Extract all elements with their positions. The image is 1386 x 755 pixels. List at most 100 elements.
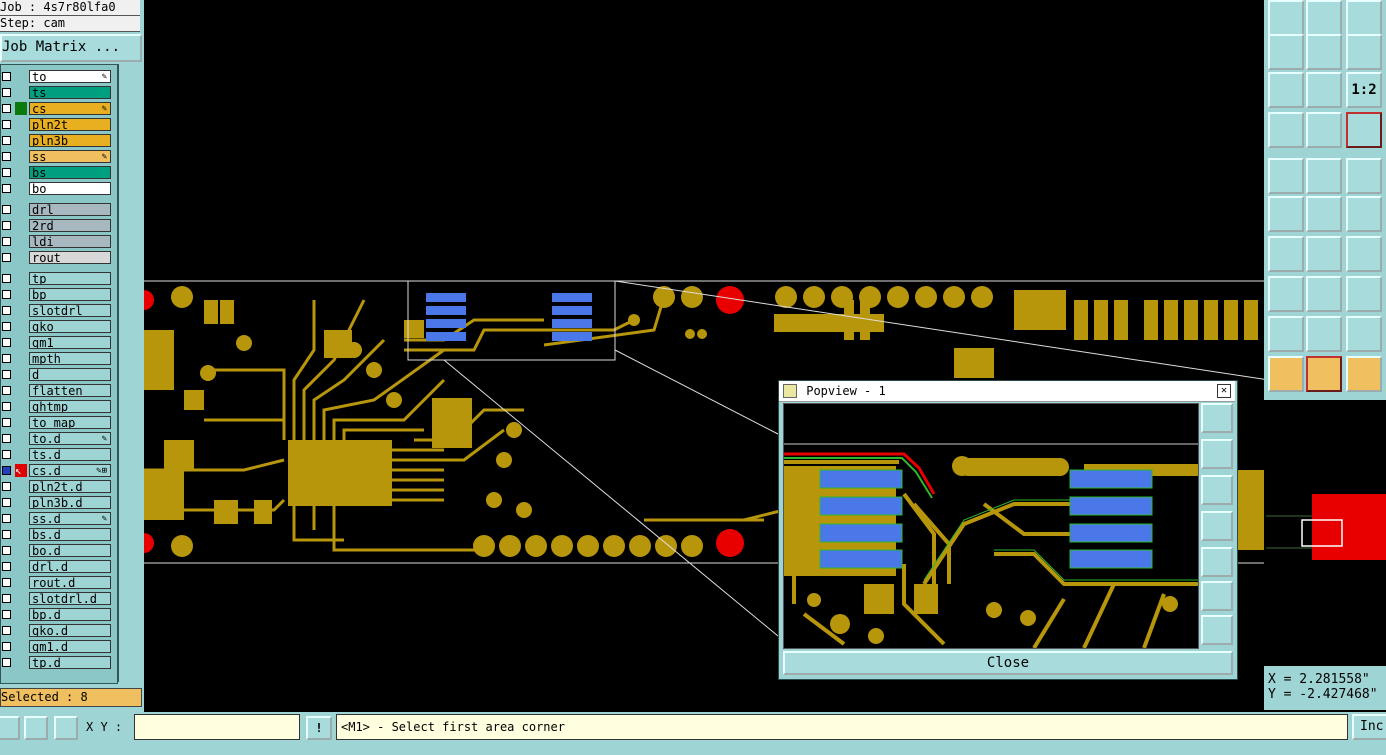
layer-checkbox[interactable] xyxy=(2,642,11,651)
layer-name[interactable]: rout.d xyxy=(29,576,111,589)
layer-checkbox[interactable] xyxy=(2,168,11,177)
pan-right-icon[interactable] xyxy=(1306,34,1342,70)
layer-name[interactable]: pln2t.d xyxy=(29,480,111,493)
layer-row[interactable]: bo xyxy=(1,181,117,196)
layer-checkbox[interactable] xyxy=(2,514,11,523)
layer-row[interactable]: mpth xyxy=(1,351,117,366)
layer-row[interactable]: slotdrl.d xyxy=(1,591,117,606)
layer-row[interactable]: tp.d xyxy=(1,655,117,670)
layer-row[interactable]: to_map xyxy=(1,415,117,430)
layer-row[interactable]: cs ✎ xyxy=(1,101,117,116)
layer-row[interactable]: bo.d xyxy=(1,543,117,558)
layer-name[interactable]: flatten xyxy=(29,384,111,397)
line-icon[interactable] xyxy=(1306,158,1342,194)
layer-row[interactable]: pln2t xyxy=(1,117,117,132)
layer-name[interactable]: ts.d xyxy=(29,448,111,461)
layer-row[interactable]: tp xyxy=(1,271,117,286)
layer-row[interactable]: 2rd xyxy=(1,218,117,233)
home-icon[interactable] xyxy=(1346,0,1382,36)
layer-name[interactable]: mpth xyxy=(29,352,111,365)
popview-pan-up-button[interactable] xyxy=(1201,439,1233,469)
angle-measure-icon[interactable] xyxy=(24,716,48,740)
layer-row[interactable]: gm1.d xyxy=(1,639,117,654)
layer-checkbox[interactable] xyxy=(2,562,11,571)
center-icon[interactable] xyxy=(1306,72,1342,108)
layer-row[interactable]: to.d ✎ xyxy=(1,431,117,446)
snap-icon[interactable] xyxy=(1306,112,1342,148)
layer-row[interactable]: ghtmp xyxy=(1,399,117,414)
layer-name[interactable]: cs ✎ xyxy=(29,102,111,115)
layer-checkbox[interactable] xyxy=(2,578,11,587)
layer-name[interactable]: ss.d ✎ xyxy=(29,512,111,525)
layer-name[interactable]: 2rd xyxy=(29,219,111,232)
layer-name[interactable]: bs xyxy=(29,166,111,179)
layer-checkbox[interactable] xyxy=(2,120,11,129)
inc-button[interactable]: Inc xyxy=(1352,714,1386,740)
layer-checkbox[interactable] xyxy=(2,402,11,411)
layer-row[interactable]: ldi xyxy=(1,234,117,249)
layer-checkbox[interactable] xyxy=(2,418,11,427)
layer-name[interactable]: drl.d xyxy=(29,560,111,573)
layer-checkbox[interactable] xyxy=(2,274,11,283)
layer-row[interactable]: slotdrl xyxy=(1,303,117,318)
close-icon[interactable]: ✕ xyxy=(1217,384,1231,398)
popview-canvas[interactable] xyxy=(783,403,1199,649)
layer-checkbox[interactable] xyxy=(2,136,11,145)
layer-row[interactable]: gko.d xyxy=(1,623,117,638)
points-icon[interactable] xyxy=(1268,276,1304,312)
layer-checkbox[interactable] xyxy=(2,338,11,347)
layer-row[interactable]: drl.d xyxy=(1,559,117,574)
layer-name[interactable]: gm1.d xyxy=(29,640,111,653)
layer-name[interactable]: tp xyxy=(29,272,111,285)
layer-name[interactable]: to ✎ xyxy=(29,70,111,83)
layer-row[interactable]: bp xyxy=(1,287,117,302)
layer-name[interactable]: bp xyxy=(29,288,111,301)
layer-checkbox[interactable] xyxy=(2,530,11,539)
popview-center-button[interactable] xyxy=(1201,615,1233,645)
layer-row[interactable]: bp.d xyxy=(1,607,117,622)
layer-row[interactable]: ts xyxy=(1,85,117,100)
layer-row[interactable]: gm1 xyxy=(1,335,117,350)
layer-checkbox[interactable] xyxy=(2,546,11,555)
layer-checkbox[interactable] xyxy=(2,205,11,214)
layer-name[interactable]: gko xyxy=(29,320,111,333)
measure-icon[interactable] xyxy=(0,716,20,740)
cross-icon[interactable] xyxy=(1306,196,1342,232)
layer-row[interactable]: pln3b xyxy=(1,133,117,148)
layer-row[interactable]: d xyxy=(1,367,117,382)
layer-checkbox[interactable] xyxy=(2,88,11,97)
layer-row[interactable]: ss.d ✎ xyxy=(1,511,117,526)
layer-checkbox[interactable] xyxy=(2,386,11,395)
layer-row[interactable]: ts.d xyxy=(1,447,117,462)
layer-checkbox[interactable] xyxy=(2,498,11,507)
layer-row[interactable]: ↖ cs.d ✎⊞ xyxy=(1,463,117,478)
layer-list-scrollbar[interactable] xyxy=(118,64,141,682)
layer-checkbox[interactable] xyxy=(2,184,11,193)
drill-icon[interactable] xyxy=(1346,112,1382,148)
layer-name[interactable]: rout xyxy=(29,251,111,264)
layer-name[interactable]: bs.d xyxy=(29,528,111,541)
layer-checkbox[interactable] xyxy=(2,466,11,475)
layer-checkbox[interactable] xyxy=(2,594,11,603)
clipboard-up-icon[interactable] xyxy=(1268,0,1304,36)
popview-pan-left-button[interactable] xyxy=(1201,511,1233,541)
layer-name[interactable]: pln3b xyxy=(29,134,111,147)
layer-row[interactable]: pln2t.d xyxy=(1,479,117,494)
slash-icon[interactable] xyxy=(1306,236,1342,272)
clipboard-down-icon[interactable] xyxy=(1306,0,1342,36)
node-icon[interactable] xyxy=(1346,196,1382,232)
bracket-icon[interactable] xyxy=(1346,276,1382,312)
layer-name[interactable]: to.d ✎ xyxy=(29,432,111,445)
layer-row[interactable]: rout xyxy=(1,250,117,265)
layer-checkbox[interactable] xyxy=(2,306,11,315)
pad-icon[interactable] xyxy=(1268,158,1304,194)
fit-icon[interactable] xyxy=(1268,72,1304,108)
layer-checkbox[interactable] xyxy=(2,152,11,161)
layer-name[interactable]: bp.d xyxy=(29,608,111,621)
select-cursor-red-icon[interactable] xyxy=(1306,356,1342,392)
layer-name[interactable]: ghtmp xyxy=(29,400,111,413)
arc-icon[interactable] xyxy=(1346,236,1382,272)
layer-name[interactable]: ts xyxy=(29,86,111,99)
layer-name[interactable]: ss ✎ xyxy=(29,150,111,163)
scale-1-2-icon[interactable]: 1:2 xyxy=(1346,72,1382,108)
